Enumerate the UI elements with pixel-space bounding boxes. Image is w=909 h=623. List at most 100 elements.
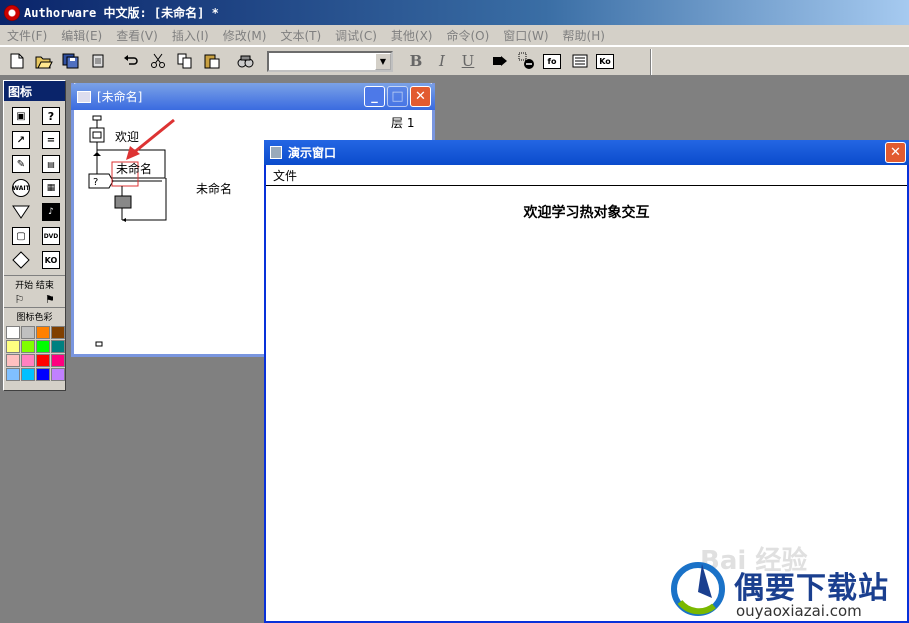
color-swatches (4, 323, 65, 384)
interaction-icon[interactable]: ? (36, 105, 66, 127)
color-swatch[interactable] (6, 368, 20, 381)
menu-window[interactable]: 窗口(W) (496, 27, 555, 44)
control-panel-icon[interactable] (516, 50, 538, 72)
display-icon-node[interactable] (89, 127, 105, 143)
maximize-button[interactable]: □ (387, 86, 408, 107)
start-end-label: 开始 结束 (4, 275, 65, 291)
color-swatch[interactable] (51, 354, 65, 367)
functions-button[interactable]: fo (543, 53, 561, 69)
authorware-logo-icon (4, 4, 20, 21)
bold-button[interactable]: B (405, 50, 427, 72)
save-all-icon[interactable] (60, 50, 82, 72)
menu-debug[interactable]: 调试(C) (328, 27, 384, 44)
display-icon[interactable]: ▣ (6, 105, 36, 127)
menu-help[interactable]: 帮助(H) (556, 27, 612, 44)
framework-icon[interactable]: ▢ (6, 225, 36, 247)
menu-file[interactable]: 文件(F) (0, 27, 54, 44)
menu-view[interactable]: 查看(V) (109, 27, 165, 44)
menu-bar: 文件(F) 编辑(E) 查看(V) 插入(I) 修改(M) 文本(T) 调试(C… (0, 25, 909, 46)
menu-other[interactable]: 其他(X) (384, 27, 440, 44)
color-swatch[interactable] (6, 340, 20, 353)
map-icon-node[interactable] (114, 195, 132, 209)
color-swatch[interactable] (6, 326, 20, 339)
minimize-button[interactable]: _ (364, 86, 385, 107)
decision-icon[interactable] (6, 249, 36, 271)
start-flag-icon[interactable]: ⚐ (14, 293, 24, 306)
dvd-icon[interactable]: DVD (36, 225, 66, 247)
flowline-title-bar[interactable]: [未命名] _ □ ✕ (71, 83, 435, 110)
underline-button[interactable]: U (457, 50, 479, 72)
wait-icon[interactable]: WAIT (6, 177, 36, 199)
presentation-menu-bar: 文件 (266, 165, 907, 186)
cut-icon[interactable] (147, 50, 169, 72)
flowline-window-icon (77, 90, 91, 103)
knowledge-object-icon[interactable]: KO (36, 249, 66, 271)
underline-label: U (461, 52, 475, 70)
new-icon[interactable] (6, 50, 28, 72)
color-swatch[interactable] (36, 340, 50, 353)
color-swatch[interactable] (51, 326, 65, 339)
close-button[interactable]: ✕ (885, 142, 906, 163)
toolbar: ▼ B I U fo Ko (0, 46, 909, 76)
site-name-watermark: 偶要下载站 (734, 571, 889, 606)
menu-text[interactable]: 文本(T) (273, 27, 328, 44)
display-icon-label: 欢迎 (115, 130, 140, 144)
erase-icon[interactable]: ✎ (6, 153, 36, 175)
variables-icon[interactable] (569, 50, 591, 72)
menu-command[interactable]: 命令(O) (439, 27, 496, 44)
navigate-icon[interactable] (6, 201, 36, 223)
color-swatch[interactable] (36, 326, 50, 339)
start-marker (92, 115, 102, 121)
site-logo-icon (671, 562, 725, 616)
find-icon[interactable] (234, 50, 256, 72)
run-icon[interactable] (489, 50, 511, 72)
interaction-title-label: 未命名 (196, 182, 233, 196)
color-swatch[interactable] (51, 368, 65, 381)
font-combo[interactable]: ▼ (267, 50, 393, 72)
presentation-menu-file[interactable]: 文件 (273, 167, 297, 184)
close-button[interactable]: ✕ (410, 86, 431, 107)
branch-label: 未命名 (116, 162, 153, 176)
copy-icon[interactable] (174, 50, 196, 72)
italic-button[interactable]: I (431, 50, 453, 72)
app-title: Authorware 中文版: [未命名] * (24, 6, 219, 20)
knowledge-objects-button[interactable]: Ko (596, 53, 614, 69)
wait-text: WAIT (12, 184, 30, 192)
app-title-bar[interactable]: Authorware 中文版: [未命名] * (0, 0, 909, 25)
sound-icon[interactable]: ♪ (36, 201, 66, 223)
palette-title[interactable]: 图标 (4, 81, 65, 101)
icon-color-label: 图标色彩 (4, 307, 65, 323)
color-swatch[interactable] (21, 340, 35, 353)
presentation-heading: 欢迎学习热对象交互 (523, 205, 650, 221)
flowline-canvas: ? (88, 115, 175, 347)
presentation-title-bar[interactable]: 演示窗口 ✕ (264, 140, 909, 165)
color-swatch[interactable] (36, 354, 50, 367)
site-url-watermark: ouyaoxiazai.com (736, 602, 862, 620)
presentation-window-icon (270, 146, 282, 159)
color-swatch[interactable] (36, 368, 50, 381)
chevron-down-icon[interactable]: ▼ (375, 52, 391, 70)
palette-icons: ▣ ? ↗ = ✎ ▤ WAIT ▦ ♪ ▢ DVD KO (4, 101, 65, 275)
icon-palette: 图标 ▣ ? ↗ = ✎ ▤ WAIT ▦ ♪ ▢ DVD KO 开始 结束 ⚐… (3, 80, 66, 391)
end-flag-icon[interactable]: ⚑ (45, 293, 55, 306)
import-icon[interactable] (87, 50, 109, 72)
menu-insert[interactable]: 插入(I) (165, 27, 216, 44)
svg-text:?: ? (93, 177, 98, 188)
map-icon[interactable]: ▤ (36, 153, 66, 175)
menu-modify[interactable]: 修改(M) (216, 27, 274, 44)
color-swatch[interactable] (21, 326, 35, 339)
undo-icon[interactable] (120, 50, 142, 72)
motion-icon[interactable]: ↗ (6, 129, 36, 151)
menu-edit[interactable]: 编辑(E) (54, 27, 109, 44)
flowline-title: [未命名] (97, 90, 143, 104)
color-swatch[interactable] (51, 340, 65, 353)
digital-movie-icon[interactable]: ▦ (36, 177, 66, 199)
knowledge-objects-label: Ko (599, 56, 611, 66)
color-swatch[interactable] (6, 354, 20, 367)
color-swatch[interactable] (21, 368, 35, 381)
toolbar-divider (650, 49, 652, 75)
color-swatch[interactable] (21, 354, 35, 367)
open-icon[interactable] (33, 50, 55, 72)
calculation-icon[interactable]: = (36, 129, 66, 151)
paste-icon[interactable] (201, 50, 223, 72)
